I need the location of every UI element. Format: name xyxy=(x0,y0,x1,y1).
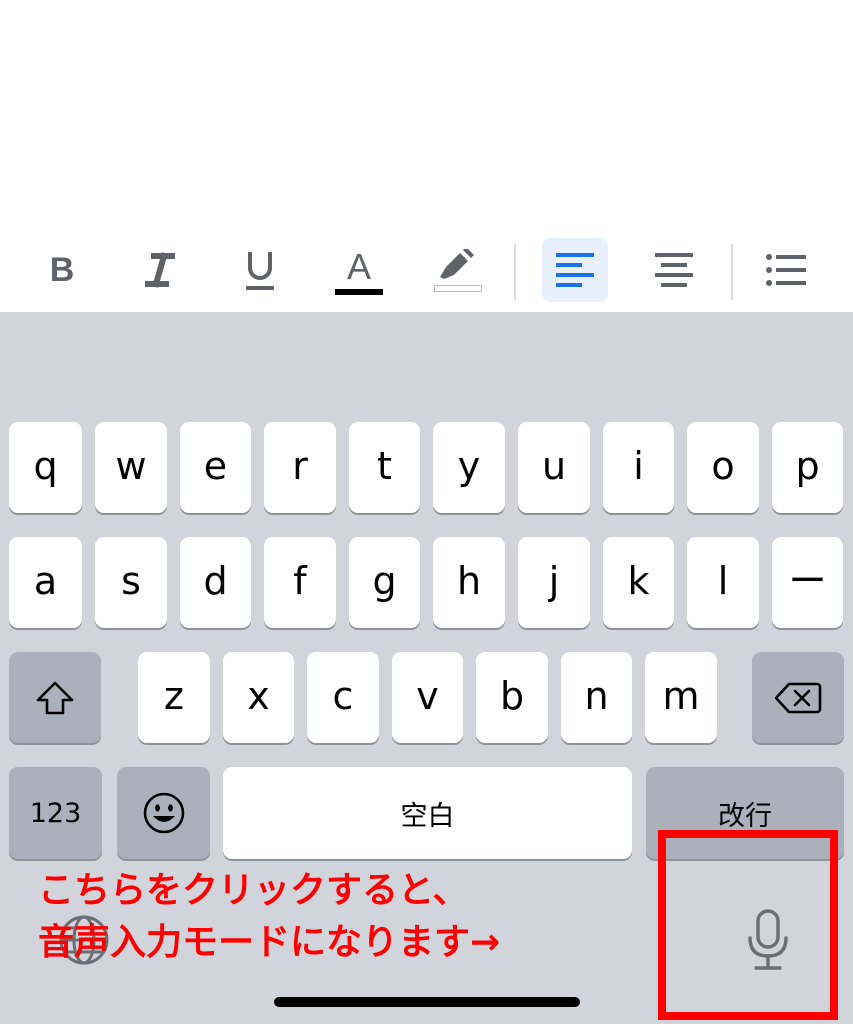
key-d[interactable]: d xyxy=(180,537,251,628)
key-o[interactable]: o xyxy=(687,422,759,513)
key-t[interactable]: t xyxy=(349,422,420,513)
key-w[interactable]: w xyxy=(95,422,167,513)
text-color-button[interactable]: A xyxy=(330,238,388,302)
key-l[interactable]: l xyxy=(687,537,759,628)
key-x[interactable]: x xyxy=(223,652,294,743)
numbers-key[interactable]: 123 xyxy=(9,767,102,859)
key-h[interactable]: h xyxy=(433,537,505,628)
backspace-icon xyxy=(774,682,822,713)
annotation-line-2: 音声入力モードになります→ xyxy=(38,922,501,963)
toolbar-divider xyxy=(514,244,516,300)
key-z[interactable]: z xyxy=(138,652,210,743)
document-area[interactable] xyxy=(0,0,853,238)
key-a[interactable]: a xyxy=(9,537,82,628)
key-g[interactable]: g xyxy=(349,537,420,628)
emoji-face-icon xyxy=(143,792,184,834)
underline-icon xyxy=(246,252,274,290)
highlight-box xyxy=(658,830,838,1020)
key-u[interactable]: u xyxy=(518,422,590,513)
key-f[interactable]: f xyxy=(264,537,336,628)
highlight-swatch xyxy=(434,284,482,292)
space-key[interactable]: 空白 xyxy=(223,767,632,859)
italic-icon xyxy=(145,252,175,288)
delete-key[interactable] xyxy=(752,652,844,743)
key-c[interactable]: c xyxy=(307,652,379,743)
shift-key[interactable] xyxy=(9,652,101,743)
underline-button[interactable] xyxy=(232,238,288,302)
annotation-line-1: こちらをクリックすると、 xyxy=(38,870,469,911)
bold-button[interactable]: B xyxy=(34,238,90,302)
align-left-icon xyxy=(556,253,594,287)
key-m[interactable]: m xyxy=(645,652,717,743)
key-k[interactable]: k xyxy=(603,537,674,628)
align-left-button[interactable] xyxy=(542,238,608,302)
key-v[interactable]: v xyxy=(392,652,463,743)
key-long-vowel[interactable]: ー xyxy=(772,537,843,628)
toolbar-divider xyxy=(731,244,733,300)
align-center-icon xyxy=(655,253,693,287)
key-q[interactable]: q xyxy=(9,422,82,513)
key-p[interactable]: p xyxy=(772,422,843,513)
key-i[interactable]: i xyxy=(603,422,674,513)
emoji-key[interactable] xyxy=(117,767,210,859)
text-color-icon: A xyxy=(346,246,371,287)
key-r[interactable]: r xyxy=(264,422,336,513)
bulleted-list-icon xyxy=(766,254,806,286)
shift-arrow-icon xyxy=(36,681,74,714)
align-center-button[interactable] xyxy=(644,238,704,302)
key-b[interactable]: b xyxy=(476,652,548,743)
key-e[interactable]: e xyxy=(180,422,251,513)
key-s[interactable]: s xyxy=(95,537,167,628)
key-y[interactable]: y xyxy=(433,422,505,513)
key-n[interactable]: n xyxy=(561,652,632,743)
italic-button[interactable] xyxy=(132,238,188,302)
bold-icon: B xyxy=(49,250,75,289)
bulleted-list-button[interactable] xyxy=(756,238,816,302)
key-j[interactable]: j xyxy=(518,537,590,628)
text-color-swatch xyxy=(335,289,383,295)
home-indicator[interactable] xyxy=(274,997,580,1007)
format-toolbar: B A xyxy=(0,238,853,312)
highlight-button[interactable] xyxy=(430,238,486,302)
highlighter-icon xyxy=(440,248,474,279)
